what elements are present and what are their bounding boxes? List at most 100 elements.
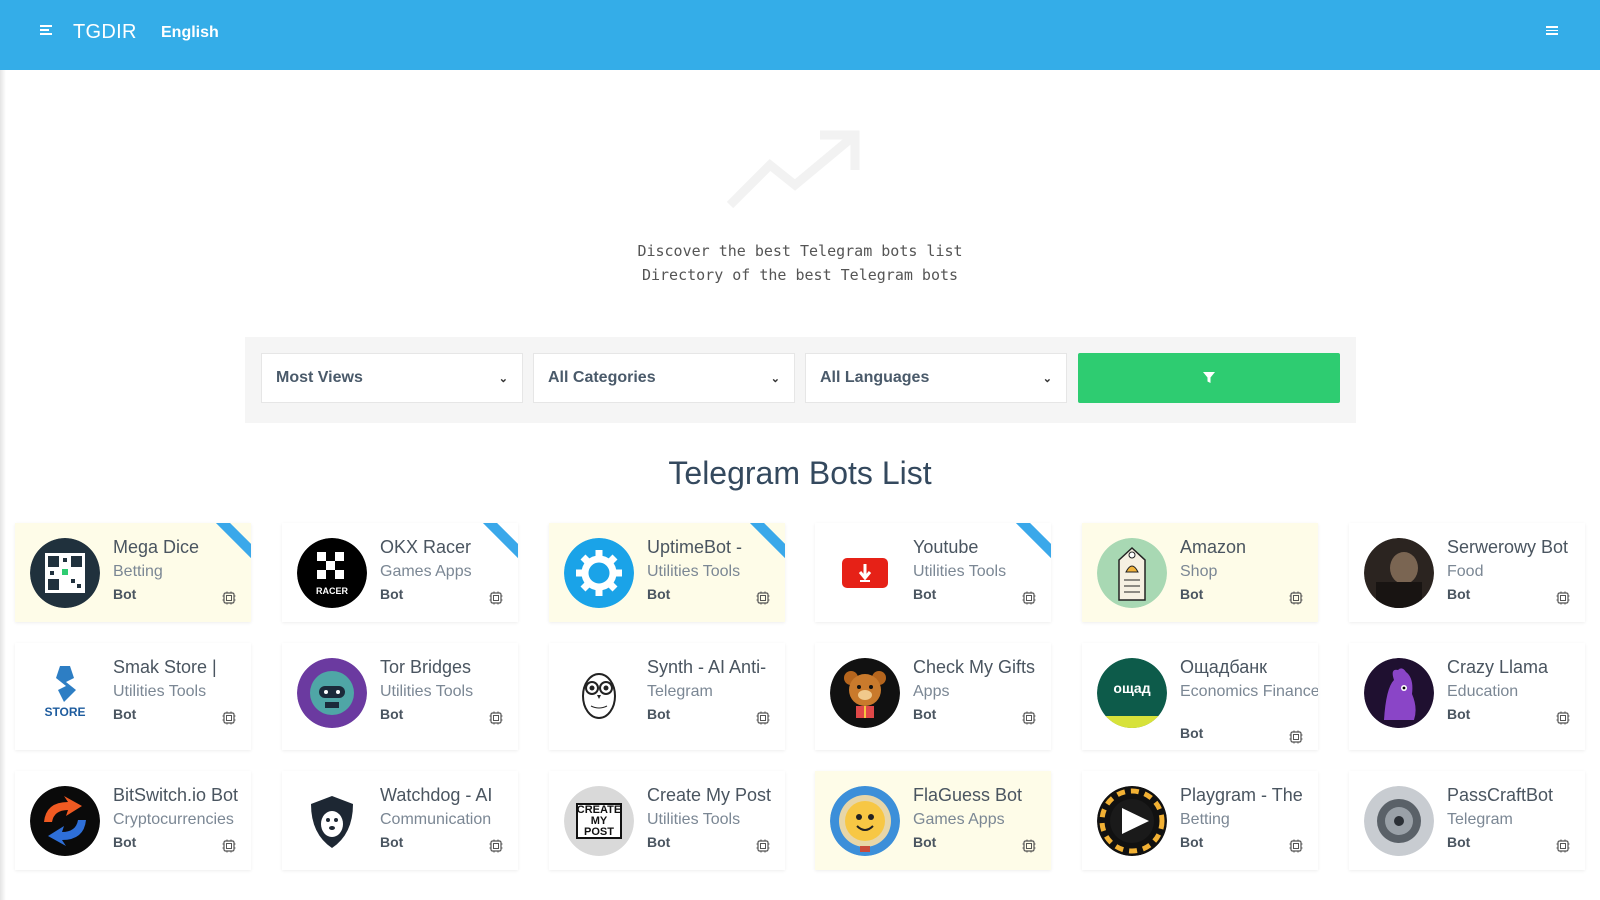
bot-card[interactable]: PassCraftBot Telegram Bot — [1349, 771, 1585, 870]
filter-bar: Most Views ⌄ All Categories ⌄ All Langua… — [245, 337, 1356, 423]
cpu-icon — [1289, 591, 1303, 605]
bot-title[interactable]: Watchdog - AI — [380, 785, 518, 806]
bot-card[interactable]: Playgram - The Betting Bot — [1082, 771, 1318, 870]
bot-card[interactable]: Watchdog - AI Communication Bot — [282, 771, 518, 870]
chevron-down-icon: ⌄ — [498, 372, 508, 385]
bot-card[interactable]: Crazy Llama Education Bot — [1349, 643, 1585, 750]
cpu-icon — [1289, 730, 1303, 744]
bot-title[interactable]: Mega Dice — [113, 537, 251, 558]
bot-card[interactable]: RACER OKX Racer Games Apps Bot — [282, 523, 518, 622]
bot-category: Communication — [380, 811, 492, 828]
bot-title[interactable]: Serwerowy Bot — [1447, 537, 1585, 558]
trending-up-icon — [726, 130, 860, 209]
language-select[interactable]: All Languages ⌄ — [805, 353, 1067, 403]
sort-select[interactable]: Most Views ⌄ — [261, 353, 523, 403]
bot-title[interactable]: Playgram - The — [1180, 785, 1318, 806]
bot-card[interactable]: Check My Gifts Apps Bot — [815, 643, 1051, 750]
cpu-icon — [222, 839, 236, 853]
category-select[interactable]: All Categories ⌄ — [533, 353, 795, 403]
photo-avatar — [1364, 538, 1434, 608]
cpu-icon — [1556, 591, 1570, 605]
bot-type: Bot — [380, 586, 404, 602]
bot-title[interactable]: UptimeBot - — [647, 537, 785, 558]
bot-type: Bot — [113, 586, 137, 602]
bot-title[interactable]: Check My Gifts — [913, 657, 1051, 678]
bot-type: Bot — [1447, 586, 1471, 602]
bot-type: Bot — [913, 706, 937, 722]
oschad-logo: ощад — [1097, 658, 1167, 728]
bot-title[interactable]: Synth - AI Anti- — [647, 657, 785, 678]
language-select-value: All Languages — [820, 369, 930, 386]
filter-icon — [1203, 372, 1215, 383]
bot-card[interactable]: Tor Bridges Utilities Tools Bot — [282, 643, 518, 750]
price-tag-bell-logo — [1097, 538, 1167, 608]
cpu-icon — [1022, 711, 1036, 725]
bot-card[interactable]: FlaGuess Bot Games Apps Bot — [815, 771, 1051, 870]
cpu-icon — [489, 839, 503, 853]
bot-category: Cryptocurrencies — [113, 811, 234, 828]
hero-subtitle: Directory of the best Telegram bots — [641, 266, 959, 284]
bot-title[interactable]: BitSwitch.io Bot — [113, 785, 251, 806]
cpu-icon — [1022, 839, 1036, 853]
chevron-down-icon: ⌄ — [1042, 372, 1052, 385]
bot-title[interactable]: Create My Post — [647, 785, 785, 806]
svg-text:STORE: STORE — [44, 705, 85, 719]
svg-text:RACER: RACER — [316, 586, 349, 596]
bot-category: Games Apps — [380, 563, 472, 580]
bot-category: Food — [1447, 563, 1484, 580]
bot-card[interactable]: BitSwitch.io Bot Cryptocurrencies Bot — [15, 771, 251, 870]
bot-card[interactable]: UptimeBot - Utilities Tools Bot — [549, 523, 785, 622]
cpu-icon — [489, 591, 503, 605]
bot-type: Bot — [1180, 834, 1204, 850]
bot-card[interactable]: Youtube Utilities Tools Bot — [815, 523, 1051, 622]
bot-title[interactable]: Youtube — [913, 537, 1051, 558]
cpu-icon — [756, 839, 770, 853]
language-link[interactable]: English — [161, 24, 219, 42]
bot-type: Bot — [380, 706, 404, 722]
brand-logo[interactable]: TGDIR — [73, 21, 137, 44]
cpu-icon — [1556, 839, 1570, 853]
bot-type: Bot — [113, 706, 137, 722]
bot-title[interactable]: Amazon — [1180, 537, 1318, 558]
play-chip-logo — [1097, 786, 1167, 856]
bot-title[interactable]: FlaGuess Bot — [913, 785, 1051, 806]
bot-title[interactable]: Ощадбанк — [1180, 657, 1318, 678]
cpu-icon — [1556, 711, 1570, 725]
bot-title[interactable]: OKX Racer — [380, 537, 518, 558]
bot-card[interactable]: Synth - AI Anti- Telegram Bot — [549, 643, 785, 750]
section-title: Telegram Bots List — [668, 455, 932, 491]
bot-category: Utilities Tools — [647, 563, 741, 580]
cpu-icon — [756, 591, 770, 605]
sort-select-value: Most Views — [276, 369, 363, 386]
bot-card[interactable]: STORE Smak Store | Utilities Tools Bot — [15, 643, 251, 750]
bot-title[interactable]: Smak Store | — [113, 657, 251, 678]
bot-card[interactable]: Serwerowy Bot Food Bot — [1349, 523, 1585, 622]
bot-type: Bot — [647, 586, 671, 602]
store-logo: STORE — [30, 658, 100, 728]
sidebar-toggle-icon[interactable] — [40, 25, 54, 39]
bot-category: Utilities Tools — [913, 563, 1007, 580]
category-select-value: All Categories — [548, 369, 656, 386]
cpu-icon — [222, 591, 236, 605]
bot-card[interactable]: ощад Ощадбанк Economics Finance Bot — [1082, 643, 1318, 750]
bot-category: Games Apps — [913, 811, 1005, 828]
bot-title[interactable]: Tor Bridges — [380, 657, 518, 678]
bot-type: Bot — [913, 834, 937, 850]
bot-type: Bot — [647, 834, 671, 850]
bot-card[interactable]: CREATE MY POST Create My Post Utilities To… — [549, 771, 785, 870]
bot-title[interactable]: Crazy Llama — [1447, 657, 1585, 678]
bot-title[interactable]: PassCraftBot — [1447, 785, 1585, 806]
owl-logo — [564, 658, 634, 728]
okx-racer-logo: RACER — [297, 538, 367, 608]
teddy-bear-logo — [830, 658, 900, 728]
bot-card[interactable]: Amazon Shop Bot — [1082, 523, 1318, 622]
bot-category: Education — [1447, 683, 1519, 700]
apply-filter-button[interactable] — [1078, 353, 1340, 403]
logo-text: ощад — [1113, 680, 1151, 696]
nav-menu-icon[interactable] — [1546, 26, 1560, 40]
bot-category: Utilities Tools — [113, 683, 207, 700]
bot-type: Bot — [380, 834, 404, 850]
bot-card[interactable]: Mega Dice Betting Bot — [15, 523, 251, 622]
qr-code-icon — [30, 538, 100, 608]
bot-category: Economics Finance — [1180, 683, 1318, 700]
